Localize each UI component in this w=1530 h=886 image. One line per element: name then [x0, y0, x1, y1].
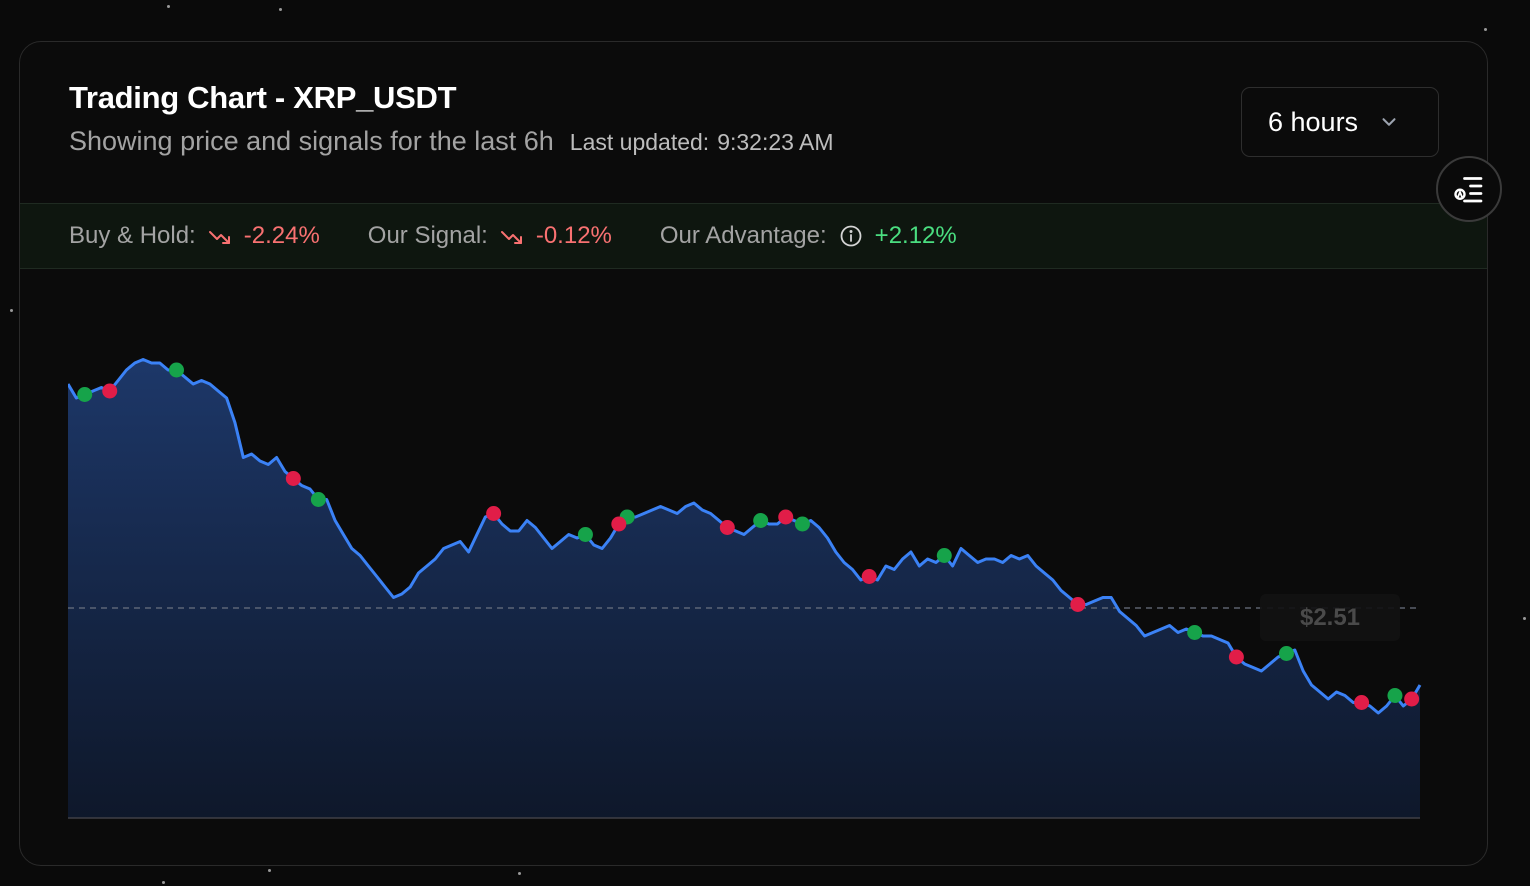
buy-signal-point	[1387, 688, 1403, 703]
buy-signal-point	[936, 548, 952, 563]
chart-tooltip: $2.51	[1260, 594, 1400, 641]
sell-signal-point	[1228, 649, 1244, 665]
buy-signal-point	[168, 362, 184, 378]
sell-signal-point	[1070, 597, 1086, 612]
buy-signal-point	[753, 513, 769, 528]
timeframe-select[interactable]: 6 hours	[1241, 87, 1439, 157]
timeframe-select-value: 6 hours	[1268, 106, 1359, 137]
sell-signal-point	[1404, 691, 1420, 707]
buy-signal-point	[77, 387, 93, 402]
list-filter-icon	[1451, 171, 1487, 207]
background-dot	[162, 881, 165, 884]
stat-our-signal-label: Our Signal:	[367, 222, 488, 249]
tooltip-value: $2.51	[1299, 603, 1361, 631]
background-dot	[279, 8, 282, 11]
trading-chart-card: Trading Chart - XRP_USDT Showing price a…	[19, 41, 1488, 866]
chart-subtitle: Showing price and signals for the last 6…	[69, 126, 554, 156]
background-dot	[518, 872, 521, 875]
background-dot	[167, 5, 170, 8]
info-icon[interactable]	[839, 224, 863, 248]
background-dot	[1484, 28, 1487, 31]
last-updated: Last updated: 9:32:23 AM	[570, 129, 834, 156]
stat-buy-hold-label: Buy & Hold:	[69, 222, 196, 249]
trending-down-icon	[500, 224, 524, 248]
last-updated-time: 9:32:23 AM	[717, 129, 834, 155]
price-chart-svg	[66, 358, 1422, 819]
background-dot	[10, 309, 13, 312]
page-title: Trading Chart - XRP_USDT	[69, 80, 457, 115]
panel-toggle-button[interactable]	[1436, 156, 1502, 222]
buy-signal-point	[1187, 625, 1203, 640]
sell-signal-point	[102, 383, 118, 399]
sell-signal-point	[486, 506, 502, 521]
trending-down-icon	[208, 224, 232, 248]
performance-stats-bar: Buy & Hold: -2.24% Our Signal: -0.12% Ou…	[20, 203, 1487, 269]
subtitle-row: Showing price and signals for the last 6…	[69, 126, 834, 157]
buy-signal-point	[577, 527, 593, 542]
last-updated-label: Last updated:	[569, 129, 710, 155]
stat-our-signal-value: -0.12%	[535, 222, 612, 249]
sell-signal-point	[861, 569, 877, 584]
stat-advantage: Our Advantage: +2.12%	[660, 222, 957, 250]
background-dot	[268, 869, 271, 872]
stat-buy-hold: Buy & Hold: -2.24%	[69, 222, 320, 250]
buy-signal-point	[794, 516, 810, 532]
stat-advantage-label: Our Advantage:	[659, 222, 827, 249]
sell-signal-point	[285, 471, 301, 486]
background-dot	[1523, 617, 1526, 620]
stat-advantage-value: +2.12%	[874, 222, 957, 249]
stat-buy-hold-value: -2.24%	[243, 222, 320, 249]
buy-signal-point	[310, 492, 326, 507]
chevron-down-icon	[1378, 111, 1400, 133]
price-chart[interactable]	[66, 304, 1424, 824]
sell-signal-point	[611, 516, 627, 532]
sell-signal-point	[778, 509, 794, 525]
stat-our-signal: Our Signal: -0.12%	[368, 222, 612, 250]
sell-signal-point	[1354, 695, 1370, 710]
price-area	[68, 359, 1420, 818]
sell-signal-point	[719, 520, 735, 535]
buy-signal-point	[1278, 646, 1294, 661]
